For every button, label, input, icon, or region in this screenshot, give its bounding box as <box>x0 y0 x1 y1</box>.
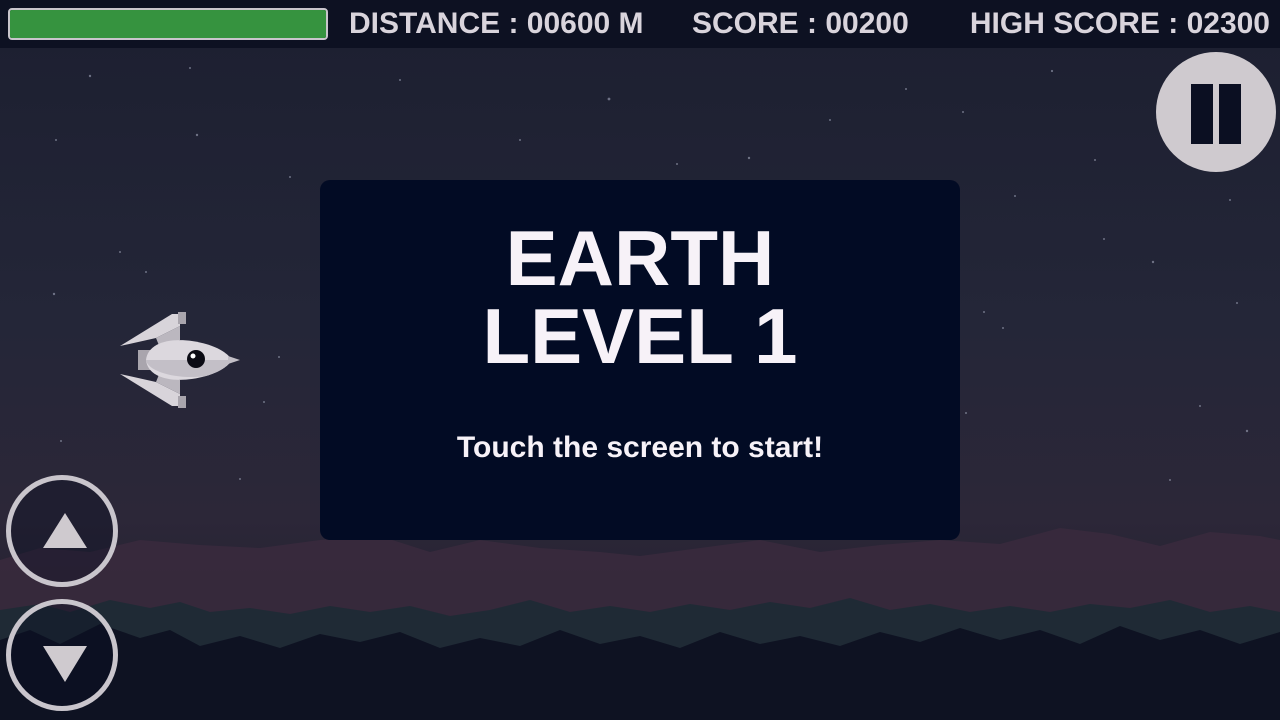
high-score-counter: HIGH SCORE : 02300 <box>969 7 1270 40</box>
level-number: LEVEL 1 <box>482 292 798 380</box>
hud-bar: DISTANCE : 00600 M SCORE : 00200 HIGH SC… <box>0 0 1280 48</box>
start-prompt: Touch the screen to start! <box>456 431 824 464</box>
game-screen[interactable]: DISTANCE : 00600 M SCORE : 00200 HIGH SC… <box>0 0 1280 720</box>
distance-counter: DISTANCE : 00600 M <box>349 7 644 40</box>
world-name: EARTH <box>505 214 775 302</box>
health-bar-fill <box>10 10 326 38</box>
pause-button[interactable] <box>1156 52 1276 172</box>
up-arrow-icon <box>43 513 87 548</box>
player-spaceship <box>120 312 240 408</box>
move-down-button[interactable] <box>6 599 118 711</box>
move-up-button[interactable] <box>6 475 118 587</box>
health-bar <box>8 8 328 40</box>
down-arrow-icon <box>43 646 87 682</box>
level-start-panel[interactable]: EARTH LEVEL 1 Touch the screen to start! <box>320 180 960 540</box>
score-counter: SCORE : 00200 <box>692 7 909 40</box>
